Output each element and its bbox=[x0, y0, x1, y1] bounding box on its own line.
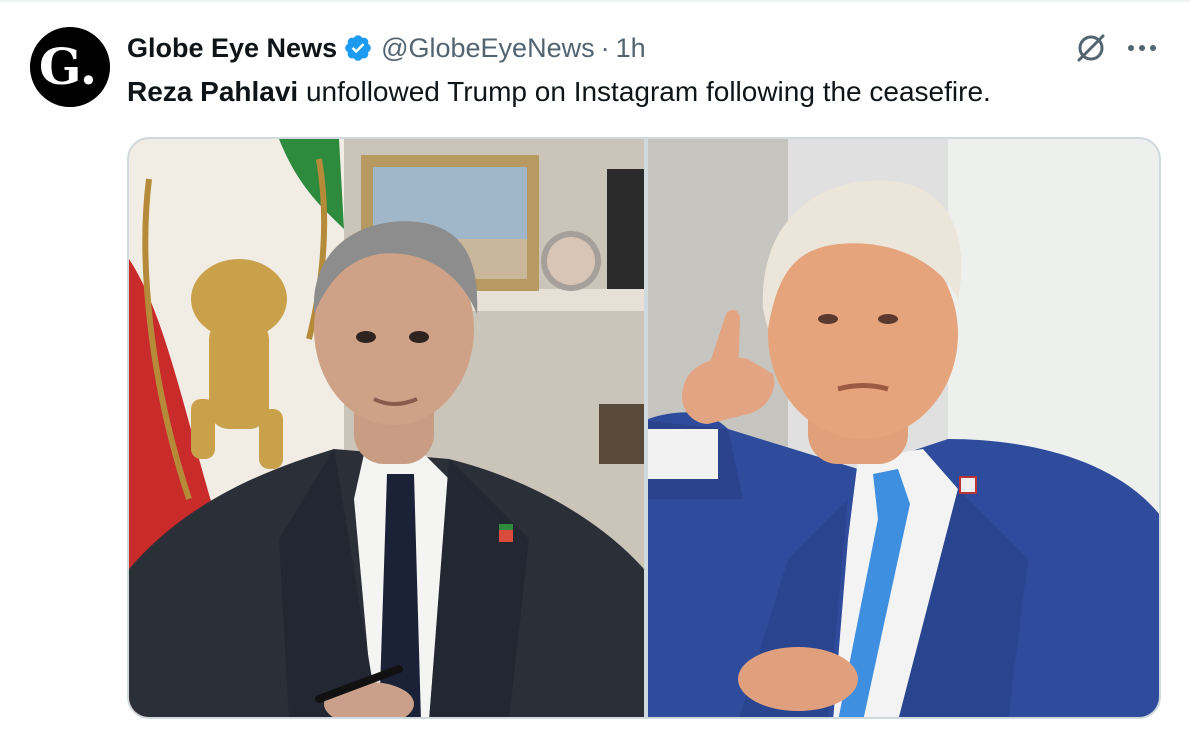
tweet-header: Globe Eye News @GlobeEyeNews · 1h bbox=[127, 30, 646, 66]
author-display-name[interactable]: Globe Eye News bbox=[127, 33, 337, 64]
tweet-timestamp[interactable]: 1h bbox=[616, 33, 646, 64]
header-separator: · bbox=[600, 32, 610, 63]
more-options-icon[interactable] bbox=[1124, 34, 1160, 62]
tweet-media-grid bbox=[127, 137, 1161, 719]
globe-eye-logo-icon: G. bbox=[30, 27, 110, 107]
verified-badge-icon[interactable] bbox=[343, 33, 373, 63]
tweet-text-body: unfollowed Trump on Instagram following … bbox=[298, 76, 991, 107]
tweet-text-mention: Reza Pahlavi bbox=[127, 76, 299, 107]
author-handle[interactable]: @GlobeEyeNews bbox=[381, 33, 595, 64]
top-divider bbox=[0, 0, 1190, 2]
grok-icon[interactable] bbox=[1072, 29, 1110, 67]
tweet-text: Reza Pahlavi unfollowed Trump on Instagr… bbox=[127, 74, 991, 110]
author-avatar[interactable]: G. bbox=[30, 27, 110, 107]
svg-text:G.: G. bbox=[39, 37, 97, 96]
photo-reza-pahlavi[interactable] bbox=[129, 139, 644, 717]
photo-trump[interactable] bbox=[648, 139, 1159, 717]
